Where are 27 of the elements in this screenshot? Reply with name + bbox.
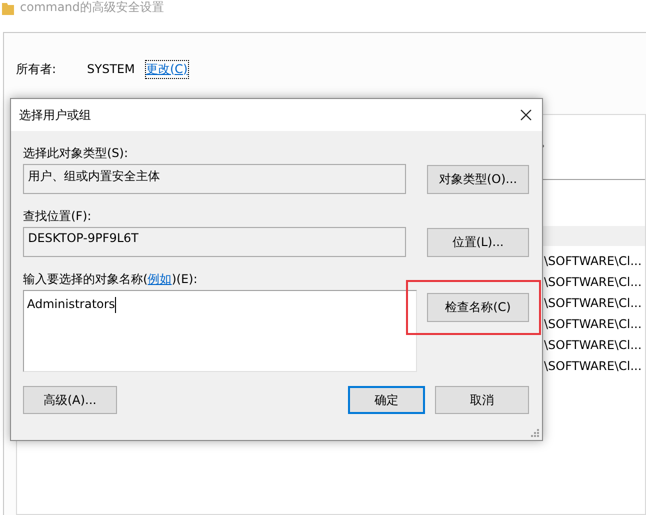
resize-grip-icon [531,429,539,437]
dialog-button[interactable]: 取消 [435,386,530,414]
object-type-field: 用户、组或内置安全主体 [23,164,406,194]
field-label: 输入要选择的对象名称(例如)(E): [23,271,198,287]
entry-path: \SOFTWARE\Cl... [544,274,643,291]
dialog-button[interactable]: 高级(A)... [23,386,117,414]
entry-path: \SOFTWARE\Cl... [544,337,643,354]
dialog-title: 选择用户或组 [19,106,91,124]
ok-button[interactable]: 确定 [348,386,426,414]
names-input-field[interactable]: Administrators [23,290,417,372]
locations-button[interactable]: 位置(L)... [427,228,529,257]
field-label: 查找位置(F): [23,208,92,224]
examples-link[interactable]: 例如 [148,272,172,286]
check-names-button[interactable]: 检查名称(C) [427,293,529,322]
window-title: command的高级安全设置 [20,0,164,16]
entry-path: \SOFTWARE\Cl... [544,295,643,312]
entry-path: \SOFTWARE\Cl... [544,253,643,270]
owner-value: SYSTEM [87,62,136,76]
entry-path: \SOFTWARE\Cl... [544,358,643,375]
owner-label: 所有者: [16,60,58,78]
folder-icon [2,1,14,15]
close-icon[interactable] [520,109,532,121]
entry-path: \SOFTWARE\Cl... [544,316,643,333]
object-types-button[interactable]: 对象类型(O)... [427,165,529,194]
location-field: DESKTOP-9PF9L6T [23,227,406,257]
field-label: 选择此对象类型(S): [23,145,130,161]
change-link[interactable]: 更改(C) [146,60,188,78]
